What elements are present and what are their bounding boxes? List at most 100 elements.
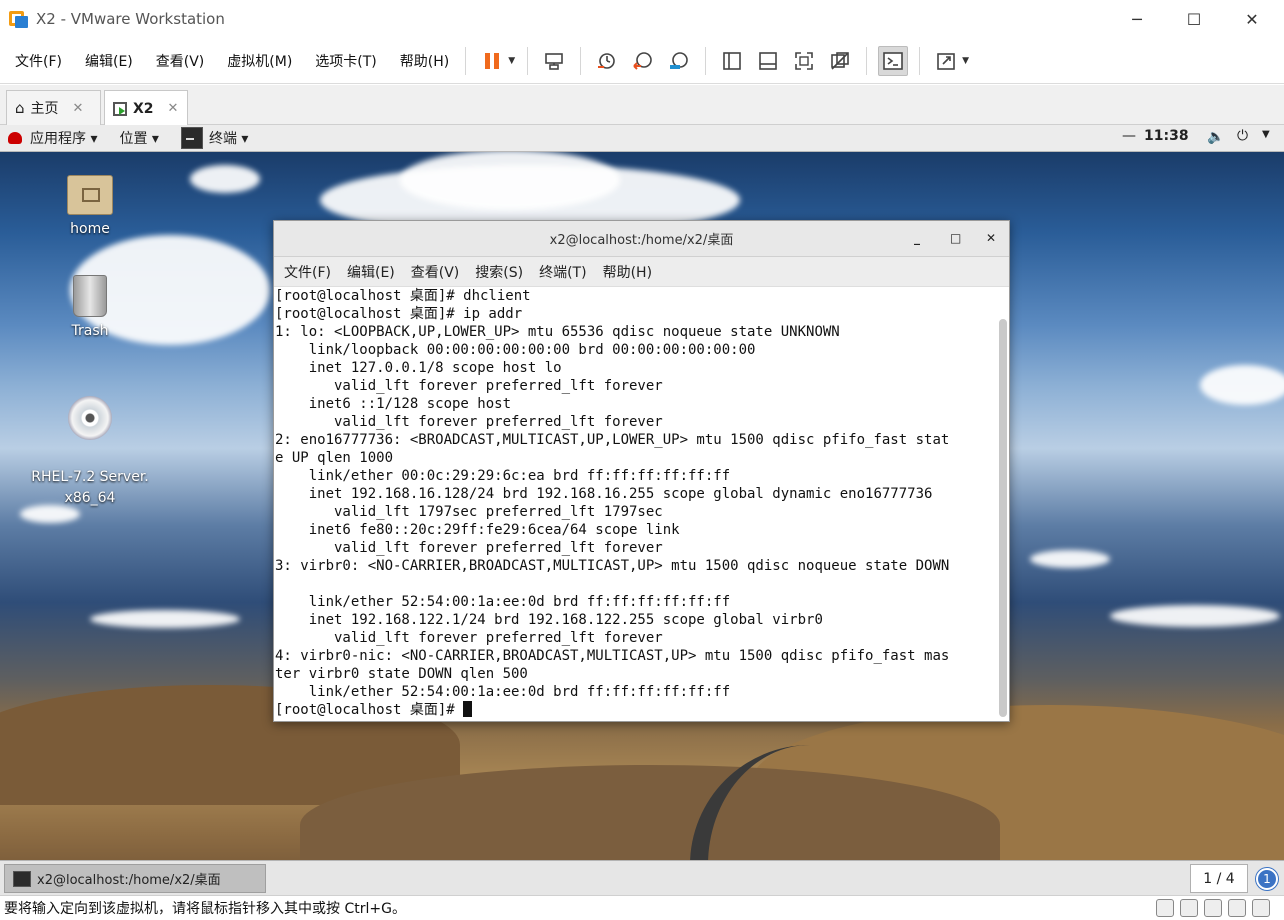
trash-icon — [73, 275, 107, 317]
toolbar-separator — [866, 46, 868, 75]
terminal-line: link/ether 00:0c:29:29:6c:ea brd ff:ff:f… — [275, 468, 731, 484]
volume-icon[interactable]: 🔈 — [1207, 129, 1224, 145]
send-keys-icon[interactable] — [539, 46, 569, 76]
desktop-icon-trash[interactable]: Trash — [30, 275, 150, 339]
clock-dash-icon: — — [1122, 128, 1136, 144]
clock[interactable]: — 11:38 — [1122, 128, 1189, 144]
terminal-line: inet 192.168.122.1/24 brd 192.168.122.25… — [275, 612, 823, 628]
network-icon[interactable] — [1204, 899, 1222, 917]
toolbar-separator — [580, 46, 582, 75]
menu-file[interactable]: 文件(F) — [7, 51, 70, 71]
wallpaper-cloud — [1110, 605, 1280, 627]
terminal-title: x2@localhost:/home/x2/桌面 — [549, 233, 734, 248]
workspace-switcher[interactable]: 1 / 4 — [1190, 864, 1248, 893]
unity-icon[interactable] — [825, 46, 855, 76]
stretch-icon[interactable] — [931, 46, 961, 76]
terminal-icon — [180, 127, 203, 149]
places-menu-label: 位置 ▾ — [119, 131, 159, 147]
terminal-menu-terminal[interactable]: 终端(T) — [539, 262, 586, 282]
window-title: X2 - VMware Workstation — [36, 10, 225, 28]
terminal-menu-file[interactable]: 文件(F) — [284, 262, 331, 282]
terminal-titlebar[interactable]: x2@localhost:/home/x2/桌面 _ □ ✕ — [274, 221, 1009, 257]
folder-home-icon — [67, 175, 113, 215]
terminal-menu-edit[interactable]: 编辑(E) — [347, 262, 395, 282]
tab-x2-label: X2 — [133, 100, 154, 117]
redhat-icon — [8, 132, 22, 144]
terminal-close-button[interactable]: ✕ — [986, 231, 996, 245]
usb-icon[interactable] — [1228, 899, 1246, 917]
tab-x2[interactable]: X2 ✕ — [104, 90, 188, 126]
taskbar-terminal-button[interactable]: x2@localhost:/home/x2/桌面 — [4, 864, 266, 893]
notification-badge[interactable]: 1 — [1256, 868, 1278, 890]
notification-count: 1 — [1263, 872, 1271, 886]
home-icon: ⌂ — [15, 99, 25, 117]
taskbar-terminal-label: x2@localhost:/home/x2/桌面 — [37, 873, 221, 888]
terminal-line: ter virbr0 state DOWN qlen 500 — [275, 666, 528, 682]
menu-vm[interactable]: 虚拟机(M) — [219, 51, 300, 71]
hdd-icon[interactable] — [1156, 899, 1174, 917]
terminal-scrollbar[interactable] — [999, 319, 1007, 717]
gnome-window-list: x2@localhost:/home/x2/桌面 1 / 4 1 — [0, 860, 1284, 895]
applications-menu[interactable]: 应用程序 ▾ — [0, 128, 97, 148]
terminal-maximize-button[interactable]: □ — [950, 231, 961, 245]
system-menu-dropdown-icon[interactable]: ▼ — [1262, 129, 1270, 140]
pause-dropdown-icon[interactable]: ▼ — [508, 56, 515, 66]
sidebar-icon[interactable] — [717, 46, 747, 76]
terminal-minimize-button[interactable]: _ — [914, 231, 920, 245]
terminal-line: 4: virbr0-nic: <NO-CARRIER,BROADCAST,MUL… — [275, 648, 950, 664]
vmware-logo-icon — [8, 8, 30, 30]
tab-home-close-icon[interactable]: ✕ — [73, 101, 84, 116]
status-bar: 要将输入定向到该虚拟机，请将鼠标指针移入其中或按 Ctrl+G。 — [0, 895, 1284, 920]
terminal-line: inet6 ::1/128 scope host — [275, 396, 512, 412]
cd-icon[interactable] — [1180, 899, 1198, 917]
snapshot-icon[interactable] — [592, 46, 622, 76]
close-button[interactable]: ✕ — [1222, 0, 1282, 38]
terminal-line: inet 127.0.0.1/8 scope host lo — [275, 360, 562, 376]
wallpaper-cloud — [190, 165, 260, 193]
terminal-line: link/ether 52:54:00:1a:ee:0d brd ff:ff:f… — [275, 684, 731, 700]
menu-tabs[interactable]: 选项卡(T) — [307, 51, 384, 71]
terminal-line: [root@localhost 桌面]# dhclient — [275, 288, 531, 304]
toolbar-separator — [465, 46, 467, 75]
terminal-output[interactable]: [root@localhost 桌面]# dhclient [root@loca… — [274, 287, 998, 721]
desktop-icon-rhel-disc-label: RHEL-7.2 Server. x86_64 — [31, 469, 149, 506]
minimize-button[interactable]: ─ — [1107, 0, 1167, 38]
desktop-icon-rhel-disc[interactable]: RHEL-7.2 Server. x86_64 — [30, 375, 150, 509]
desktop-icon-home-label: home — [70, 221, 110, 237]
terminal-menu-help[interactable]: 帮助(H) — [603, 262, 652, 282]
terminal-app-menu[interactable]: 终端 ▾ — [180, 127, 249, 149]
toolbar-separator — [527, 46, 529, 75]
thumbnail-icon[interactable] — [753, 46, 783, 76]
desktop-icon-home[interactable]: home — [30, 175, 150, 237]
terminal-app-menu-label: 终端 ▾ — [208, 131, 249, 147]
stretch-dropdown-icon[interactable]: ▼ — [962, 56, 969, 66]
tab-x2-close-icon[interactable]: ✕ — [168, 101, 179, 116]
vm-running-icon — [113, 101, 127, 116]
guest-screen[interactable]: 应用程序 ▾ 位置 ▾ 终端 ▾ — 11:38 🔈 ⏻ ▼ home Tras… — [0, 125, 1284, 895]
maximize-button[interactable]: ☐ — [1164, 0, 1224, 38]
terminal-menu-view[interactable]: 查看(V) — [411, 262, 460, 282]
revert-snapshot-icon[interactable] — [628, 46, 658, 76]
places-menu[interactable]: 位置 ▾ — [119, 128, 158, 148]
tab-home[interactable]: ⌂ 主页 ✕ — [6, 90, 101, 125]
sound-icon[interactable] — [1252, 899, 1270, 917]
menu-help[interactable]: 帮助(H) — [392, 51, 457, 71]
gnome-top-bar: 应用程序 ▾ 位置 ▾ 终端 ▾ — 11:38 🔈 ⏻ ▼ — [0, 125, 1284, 152]
terminal-line: inet 192.168.16.128/24 brd 192.168.16.25… — [275, 486, 933, 502]
menu-view[interactable]: 查看(V) — [148, 51, 213, 71]
menu-edit[interactable]: 编辑(E) — [77, 51, 141, 71]
terminal-line: 2: eno16777736: <BROADCAST,MULTICAST,UP,… — [275, 432, 950, 448]
power-icon[interactable]: ⏻ — [1237, 128, 1248, 144]
desktop-icon-trash-label: Trash — [71, 323, 109, 339]
fullscreen-icon[interactable] — [789, 46, 819, 76]
terminal-menubar: 文件(F) 编辑(E) 查看(V) 搜索(S) 终端(T) 帮助(H) — [274, 257, 1009, 287]
terminal-prompt-line[interactable]: [root@localhost 桌面]# — [275, 701, 998, 719]
pause-icon[interactable] — [477, 46, 507, 76]
console-icon[interactable] — [878, 45, 909, 76]
terminal-window[interactable]: x2@localhost:/home/x2/桌面 _ □ ✕ 文件(F) 编辑(… — [273, 220, 1010, 722]
terminal-line: inet6 fe80::20c:29ff:fe29:6cea/64 scope … — [275, 522, 680, 538]
text-cursor — [463, 701, 473, 717]
snapshot-manager-icon[interactable] — [664, 46, 694, 76]
wallpaper-cloud — [1030, 550, 1110, 568]
terminal-menu-search[interactable]: 搜索(S) — [475, 262, 523, 282]
